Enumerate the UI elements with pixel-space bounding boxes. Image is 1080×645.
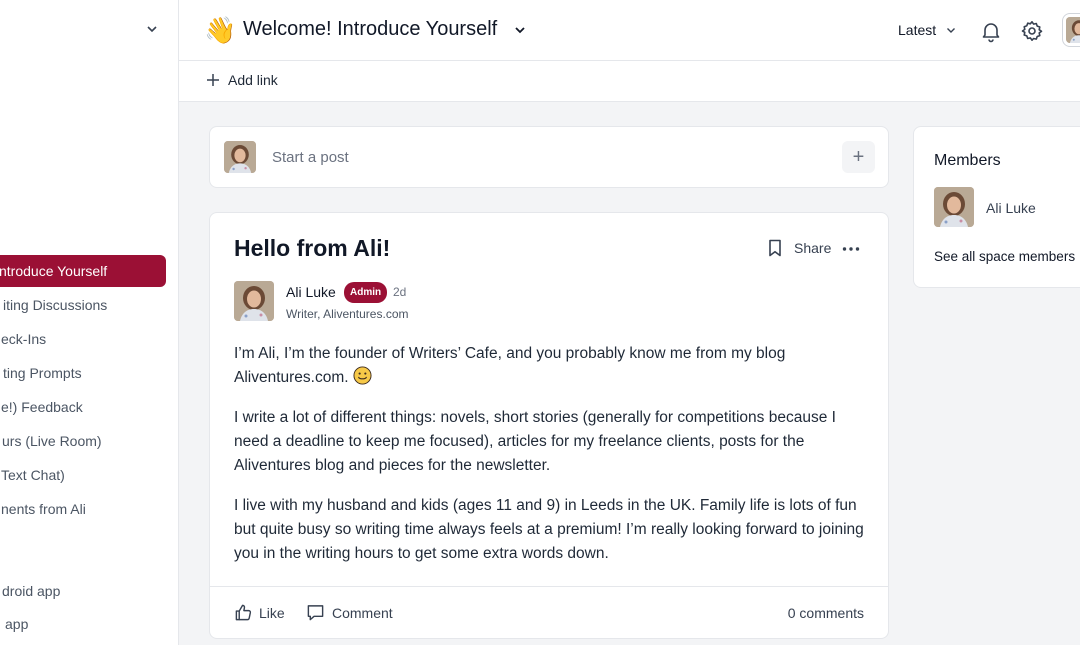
sidebar-item-label: eck-Ins xyxy=(1,331,47,347)
bookmark-icon[interactable] xyxy=(765,238,785,258)
like-label: Like xyxy=(259,604,285,621)
add-post-button[interactable]: + xyxy=(842,141,875,173)
space-header: 👋 Welcome! Introduce Yourself Latest xyxy=(179,0,1080,61)
space-links-bar: Add link xyxy=(179,61,1080,102)
post-card: Hello from Ali! Share Ali Luke Admin 2d … xyxy=(209,212,889,639)
author-headline: Writer, Aliventures.com xyxy=(286,307,409,321)
sidebar-item-writing-discussions[interactable]: iting Discussions xyxy=(0,289,166,321)
sidebar-item-ios-app[interactable]: app xyxy=(0,608,166,640)
like-button[interactable]: Like xyxy=(234,603,285,622)
comment-icon xyxy=(307,605,324,621)
sidebar-item-writing-prompts[interactable]: ting Prompts xyxy=(0,357,166,389)
sidebar-item-writing-hours-live-room[interactable]: urs (Live Room) xyxy=(0,425,166,457)
author-name[interactable]: Ali Luke xyxy=(286,284,336,300)
member-avatar[interactable] xyxy=(934,187,974,227)
avatar xyxy=(1066,17,1080,43)
plus-icon: + xyxy=(852,145,865,168)
smiling-face-icon xyxy=(353,366,372,385)
comments-count[interactable]: 0 comments xyxy=(788,605,864,621)
sidebar-item-label: nents from Ali xyxy=(1,501,86,517)
space-title[interactable]: Welcome! Introduce Yourself xyxy=(243,18,497,41)
post-paragraph: I’m Ali, I’m the founder of Writers’ Caf… xyxy=(234,345,786,386)
sort-dropdown[interactable]: Latest xyxy=(898,22,936,38)
thumbs-up-icon xyxy=(235,604,252,621)
post-paragraph: I live with my husband and kids (ages 11… xyxy=(234,497,864,562)
share-button[interactable]: Share xyxy=(794,240,831,256)
sidebar-item-label: ntroduce Yourself xyxy=(0,263,108,279)
sidebar-item-feedback[interactable]: e!) Feedback xyxy=(0,391,166,423)
comment-button[interactable]: Comment xyxy=(306,603,393,622)
sidebar-item-check-ins[interactable]: eck-Ins xyxy=(0,323,166,355)
sidebar-item-label: ting Prompts xyxy=(3,365,82,381)
sidebar-item-label: droid app xyxy=(2,583,61,599)
avatar xyxy=(224,141,256,173)
chevron-down-icon[interactable] xyxy=(945,24,957,36)
gear-icon[interactable] xyxy=(1020,19,1044,43)
members-widget: Members Ali Luke See all space members xyxy=(913,126,1080,288)
members-title: Members xyxy=(934,152,1001,169)
add-link-button[interactable]: Add link xyxy=(206,72,278,88)
admin-badge: Admin xyxy=(344,282,388,303)
sidebar-item-label: Text Chat) xyxy=(1,467,65,483)
sidebar-item-label: iting Discussions xyxy=(3,297,108,313)
bell-icon[interactable] xyxy=(979,19,1003,43)
sidebar: ntroduce Yourself iting Discussions eck-… xyxy=(0,0,179,645)
sidebar-item-label: e!) Feedback xyxy=(1,399,83,415)
sidebar-item-label: urs (Live Room) xyxy=(2,433,102,449)
more-options-icon[interactable] xyxy=(841,239,861,259)
author-avatar[interactable] xyxy=(234,281,274,321)
comment-label: Comment xyxy=(332,604,393,621)
post-paragraph: I write a lot of different things: novel… xyxy=(234,409,836,474)
see-all-members-link[interactable]: See all space members xyxy=(934,249,1075,264)
sidebar-item-introduce-yourself[interactable]: ntroduce Yourself xyxy=(0,255,166,287)
post-body: I’m Ali, I’m the founder of Writers’ Caf… xyxy=(234,342,866,582)
add-link-label: Add link xyxy=(228,72,278,88)
chevron-down-icon[interactable] xyxy=(513,23,527,37)
sidebar-item-announcements-from-ali[interactable]: nents from Ali xyxy=(0,493,166,525)
post-timestamp: 2d xyxy=(393,285,407,299)
post-composer[interactable]: Start a post + xyxy=(209,126,889,188)
member-name[interactable]: Ali Luke xyxy=(986,200,1036,216)
sidebar-item-label: app xyxy=(5,616,29,632)
waving-hand-icon: 👋 xyxy=(204,15,237,45)
sidebar-item-text-chat[interactable]: Text Chat) xyxy=(0,459,166,491)
user-avatar[interactable] xyxy=(1062,13,1080,47)
sidebar-item-android-app[interactable]: droid app xyxy=(0,575,166,607)
post-actions: Like Comment 0 comments xyxy=(210,586,888,638)
start-post-input[interactable]: Start a post xyxy=(272,149,349,166)
post-title[interactable]: Hello from Ali! xyxy=(234,235,390,262)
plus-icon xyxy=(207,74,219,86)
chevron-down-icon[interactable] xyxy=(145,22,159,36)
